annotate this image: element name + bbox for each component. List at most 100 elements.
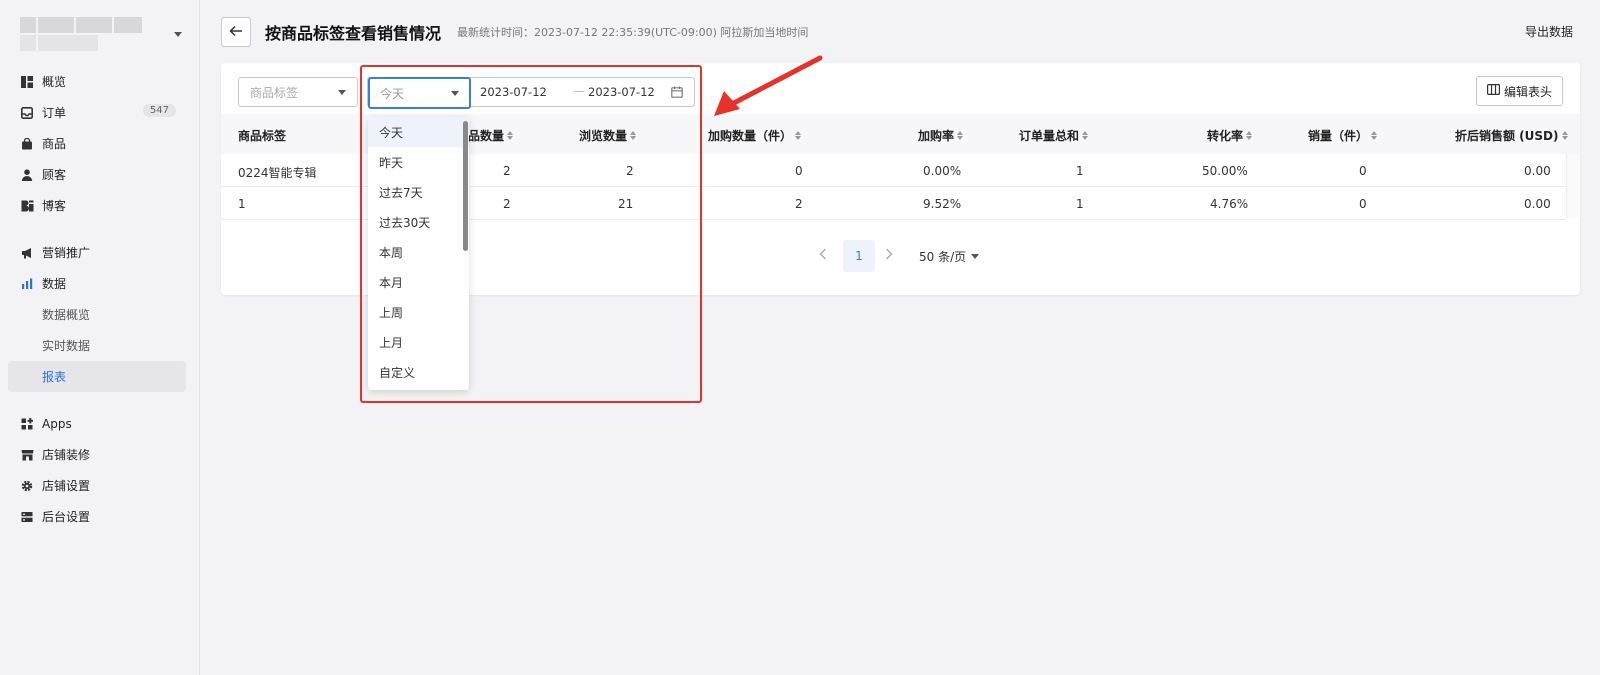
date-range-preset-select[interactable]: 今天 [368,77,471,109]
date-range-preset-value: 今天 [380,86,405,101]
col-header-views[interactable]: 浏览数量 [579,127,637,144]
sort-icon [1246,131,1253,140]
table-cell: 1 [238,197,246,211]
table-cell: 50.00% [1202,164,1248,178]
col-header-order-total[interactable]: 订单量总和 [1019,127,1089,144]
table-scrollbar[interactable] [1566,154,1580,218]
dropdown-option-custom[interactable]: 自定义 [368,357,469,387]
sidebar-item-label: 顾客 [42,168,67,182]
dropdown-option-today[interactable]: 今天 [368,117,469,147]
back-button[interactable] [221,17,251,47]
chevron-down-icon [338,89,346,95]
sidebar-item-label: 商品 [42,137,67,151]
sidebar-item-store-design[interactable]: 店铺装修 [8,439,186,470]
table-cell: 0 [795,164,803,178]
table-cell: 2 [795,197,803,211]
date-preset-dropdown: 今天 昨天 过去7天 过去30天 本周 本月 上周 上月 自定义 [368,117,469,390]
date-range-picker: 今天 2023-07-12 — 2023-07-12 [367,77,695,109]
chevron-down-icon [971,254,980,259]
sidebar-item-realtime[interactable]: 实时数据 [8,330,186,361]
table-cell: 2 [503,164,511,178]
sort-icon [957,131,964,140]
dropdown-option-yesterday[interactable]: 昨天 [368,147,469,177]
sidebar-item-customers[interactable]: 顾客 [8,159,186,190]
sidebar-nav: 概览 订单 547 商品 顾客 博客 营销推广 数据 数据概览 实时数据 报表 … [8,66,186,532]
table-cell: 1 [1076,197,1084,211]
sidebar-item-orders[interactable]: 订单 547 [8,97,186,128]
table-cell: 0.00 [1524,164,1551,178]
edit-columns-button[interactable]: 编辑表头 [1476,76,1563,106]
server-icon [20,510,34,524]
chevron-down-icon [174,31,182,37]
sidebar-item-label: 数据概览 [42,308,91,322]
date-separator: — [573,84,585,98]
dropdown-option-this-month[interactable]: 本月 [368,267,469,297]
annotation-arrow-icon [714,55,823,116]
sidebar-item-label: 报表 [42,370,67,384]
page-title: 按商品标签查看销售情况 [265,24,442,43]
user-icon [20,168,34,182]
col-header-sales-qty[interactable]: 销量（件） [1308,127,1378,144]
sidebar: 概览 订单 547 商品 顾客 博客 营销推广 数据 数据概览 实时数据 报表 … [0,0,200,675]
dashboard-icon [20,75,34,89]
table-cell: 0 [1359,197,1367,211]
table-cell: 2 [626,164,634,178]
sidebar-item-label: 数据 [42,277,67,291]
sidebar-item-label: 订单 [42,106,67,120]
start-date-input[interactable]: 2023-07-12 [480,85,547,99]
table-cell: 0.00 [1524,197,1551,211]
dropdown-scrollbar[interactable] [463,121,468,251]
megaphone-icon [20,246,34,260]
sidebar-item-store-settings[interactable]: 店铺设置 [8,470,186,501]
columns-icon [1486,84,1500,98]
table-cell: 9.52% [923,197,962,211]
col-header-product-count[interactable]: 品数量 [468,127,514,144]
table-cell: 0224智能专辑 [238,166,317,180]
product-tag-select[interactable]: 商品标签 [238,77,358,107]
sidebar-item-blog[interactable]: 博客 [8,190,186,221]
edit-columns-label: 编辑表头 [1503,84,1552,99]
dropdown-option-last-30-days[interactable]: 过去30天 [368,207,469,237]
dropdown-option-last-7-days[interactable]: 过去7天 [368,177,469,207]
sort-icon [1371,131,1378,140]
sidebar-item-marketing[interactable]: 营销推广 [8,237,186,268]
col-header-cart-rate[interactable]: 加购率 [918,127,964,144]
sidebar-item-overview[interactable]: 概览 [8,66,186,97]
sidebar-item-data-overview[interactable]: 数据概览 [8,299,186,330]
sidebar-item-data[interactable]: 数据 [8,268,186,299]
sidebar-item-admin-settings[interactable]: 后台设置 [8,501,186,532]
end-date-input[interactable]: 2023-07-12 [588,85,655,99]
sort-icon [795,131,802,140]
chevron-down-icon [451,90,459,96]
page-button-current[interactable]: 1 [843,240,875,272]
page-size-select[interactable]: 50 条/页 [919,248,980,265]
storefront-icon [20,448,34,462]
table-cell: 1 [1076,164,1084,178]
dropdown-option-last-week[interactable]: 上周 [368,297,469,327]
col-header-net-sales[interactable]: 折后销售额 (USD) [1455,127,1568,144]
table-cell: 21 [618,197,634,211]
sidebar-item-reports[interactable]: 报表 [8,361,186,392]
dropdown-option-last-month[interactable]: 上月 [368,327,469,357]
sidebar-item-apps[interactable]: Apps [8,408,186,439]
bar-chart-icon [20,277,34,291]
sidebar-item-label: 营销推广 [42,246,91,260]
export-data-button[interactable]: 导出数据 [1525,23,1573,40]
blog-icon [20,199,34,213]
sidebar-item-products[interactable]: 商品 [8,128,186,159]
store-selector[interactable] [20,16,182,52]
col-header-add-to-cart[interactable]: 加购数量（件） [708,127,802,144]
inbox-icon [20,106,34,120]
col-header-conversion-rate[interactable]: 转化率 [1207,127,1253,144]
sidebar-item-label: 店铺装修 [42,448,91,462]
table-cell: 2 [503,197,511,211]
calendar-icon[interactable] [671,86,683,101]
dropdown-option-this-week[interactable]: 本周 [368,237,469,267]
store-logo-blurred [20,17,142,51]
sidebar-item-label: 实时数据 [42,339,91,353]
apps-icon [20,417,34,431]
sort-icon [1082,131,1089,140]
chevron-left-icon[interactable] [819,248,827,263]
sidebar-item-label: 概览 [42,75,67,89]
chevron-right-icon[interactable] [885,248,893,263]
